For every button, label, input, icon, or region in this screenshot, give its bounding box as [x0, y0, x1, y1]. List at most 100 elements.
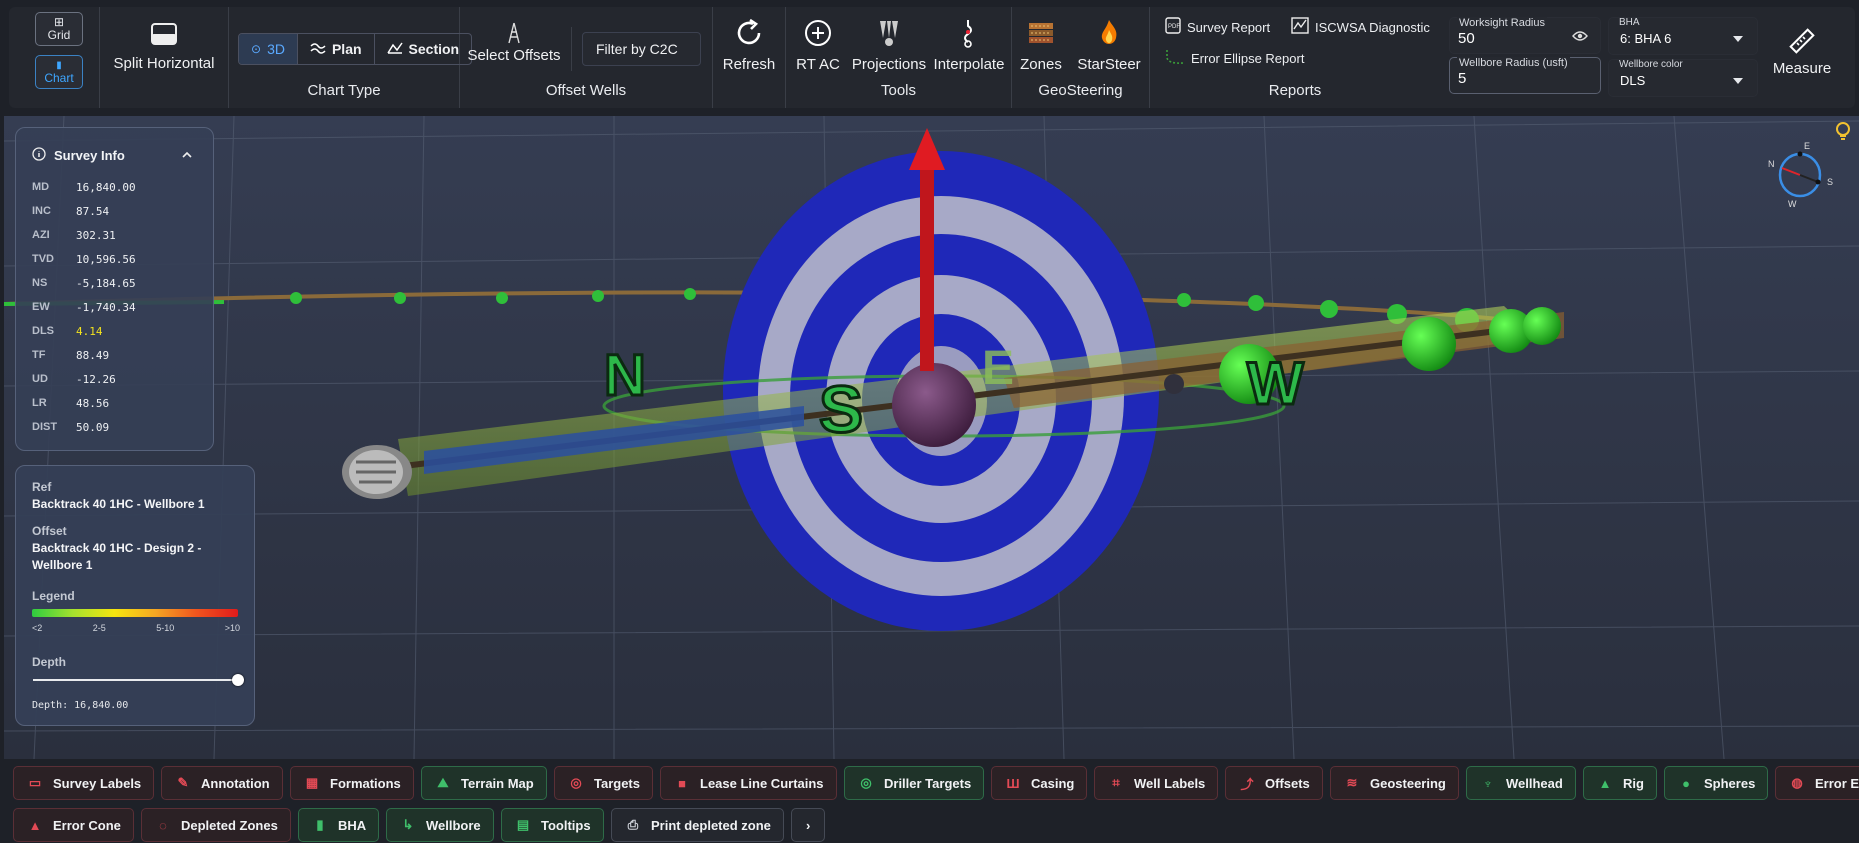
- worksight-radius-field[interactable]: Worksight Radius: [1449, 17, 1601, 54]
- worksight-radius-input[interactable]: [1458, 30, 1578, 47]
- chart-type-3d[interactable]: ⊙ 3D: [239, 34, 298, 64]
- survey-info-row: MD 16,840.00: [32, 181, 202, 205]
- survey-info-key: AZI: [32, 229, 50, 241]
- orientation-compass[interactable]: N E S W: [1752, 135, 1848, 220]
- depth-readout: Depth: 16,840.00: [32, 700, 129, 711]
- pdf-icon: PDF: [1165, 17, 1181, 37]
- survey-info-value: 16,840.00: [76, 181, 136, 194]
- trajectory-icon: [1165, 48, 1185, 69]
- toggle-error-cone[interactable]: ▲ Error Cone: [13, 808, 134, 842]
- select-offsets-button[interactable]: Select Offsets: [460, 19, 568, 64]
- compass-w: W: [1788, 199, 1797, 209]
- derrick-icon: [507, 19, 521, 47]
- survey-info-row: LR 48.56: [32, 397, 202, 421]
- wellbore-color-label: Wellbore color: [1619, 59, 1683, 70]
- legend-tick: >10: [224, 623, 240, 633]
- toolbar: ⊞ Grid ▮ Chart Split Horizontal Chart Ty…: [9, 7, 1855, 108]
- projections-button[interactable]: Projections: [847, 16, 931, 73]
- survey-info-key: LR: [32, 397, 47, 409]
- toggle-terrain-map[interactable]: ⛰ Terrain Map: [421, 766, 547, 800]
- split-horizontal-icon: [151, 17, 177, 51]
- survey-info-key: INC: [32, 205, 51, 217]
- toggle-targets[interactable]: ◎ Targets: [554, 766, 653, 800]
- depleted-zones-icon: ◌: [159, 817, 167, 833]
- chevron-up-icon[interactable]: [181, 148, 193, 160]
- bha-icon: ▮: [316, 817, 324, 832]
- survey-info-key: EW: [32, 301, 50, 313]
- chart-type-plan[interactable]: Plan: [298, 34, 375, 64]
- toggle-formations[interactable]: ▦ Formations: [290, 766, 414, 800]
- error-ellipse-report-link[interactable]: Error Ellipse Report: [1165, 48, 1304, 69]
- cube-icon: ⊙: [251, 42, 262, 56]
- survey-info-value: 4.14: [76, 325, 103, 338]
- direction-s: S: [819, 372, 863, 446]
- toggle-wellbore[interactable]: ↳ Wellbore: [386, 808, 494, 842]
- toggle-offsets[interactable]: ⤴ Offsets: [1225, 766, 1323, 800]
- error-ellipses-icon: ◍: [1791, 775, 1803, 790]
- toggle-driller-targets[interactable]: ◎ Driller Targets: [844, 766, 985, 800]
- ref-value: Backtrack 40 1HC - Wellbore 1: [32, 497, 205, 511]
- toggle-lease-line-curtains[interactable]: ■ Lease Line Curtains: [660, 766, 837, 800]
- geosteering-group: GeoSteering Zones StarSteer: [1012, 7, 1150, 108]
- grid-button[interactable]: ⊞ Grid: [35, 12, 83, 46]
- starsteer-button[interactable]: StarSteer: [1073, 16, 1145, 73]
- toggle-spheres[interactable]: ● Spheres: [1664, 766, 1769, 800]
- toggle-geosteering[interactable]: ≋ Geosteering: [1330, 766, 1459, 800]
- survey-info-row: INC 87.54: [32, 205, 202, 229]
- reference-panel: Ref Backtrack 40 1HC - Wellbore 1 Offset…: [15, 465, 255, 726]
- depth-slider-thumb[interactable]: [232, 674, 244, 686]
- survey-info-row: AZI 302.31: [32, 229, 202, 253]
- 3d-viewport[interactable]: N S E W: [4, 116, 1859, 759]
- refresh-icon: [734, 16, 764, 50]
- wellbore-radius-input[interactable]: [1458, 70, 1578, 87]
- refresh-button[interactable]: Refresh: [713, 16, 785, 73]
- wellbore-color-select[interactable]: Wellbore color DLS: [1608, 59, 1758, 97]
- chip-label: Wellbore: [426, 817, 481, 833]
- toggle-print-depleted-zone[interactable]: ⎙ Print depleted zone: [611, 808, 784, 842]
- rt-ac-button[interactable]: RT AC: [789, 16, 847, 73]
- toggle-well-labels[interactable]: ⌗ Well Labels: [1094, 766, 1219, 800]
- chip-label: Print depleted zone: [651, 817, 771, 833]
- wellbore-radius-field[interactable]: Wellbore Radius (usft): [1449, 57, 1601, 94]
- toggle-survey-labels[interactable]: ▭ Survey Labels: [13, 766, 155, 800]
- chip-label: Rig: [1623, 775, 1644, 791]
- toggle-bha[interactable]: ▮ BHA: [298, 808, 380, 842]
- survey-info-key: TVD: [32, 253, 54, 265]
- casing-icon: Ш: [1006, 775, 1020, 791]
- chevron-down-icon: [1733, 78, 1743, 84]
- split-horizontal-button[interactable]: Split Horizontal: [100, 17, 228, 72]
- tooltips-icon: ▤: [516, 817, 530, 832]
- toggle-tooltips[interactable]: ▤ Tooltips: [501, 808, 604, 842]
- iscwsa-diagnostic-link[interactable]: ISCWSA Diagnostic: [1291, 17, 1430, 37]
- zones-button[interactable]: Zones: [1015, 16, 1067, 73]
- toggle-error-ellipses[interactable]: ◍ Error Ellipses: [1775, 766, 1859, 800]
- offsets-icon: ⤴: [1240, 776, 1254, 792]
- filter-c2c-input[interactable]: [582, 32, 701, 66]
- lightbulb-icon[interactable]: [1833, 120, 1853, 147]
- chip-label: Error Cone: [53, 817, 121, 833]
- toggle-rig[interactable]: ▲ Rig: [1583, 766, 1657, 800]
- chip-label: Terrain Map: [461, 775, 534, 791]
- toggle-casing[interactable]: Ш Casing: [991, 766, 1088, 800]
- bha-select[interactable]: BHA 6: BHA 6: [1608, 17, 1758, 55]
- error-ellipse-report-label: Error Ellipse Report: [1191, 51, 1305, 66]
- toggle-annotation[interactable]: ✎ Annotation: [161, 766, 283, 800]
- chart-type-section[interactable]: Section: [375, 34, 472, 64]
- chevron-right-icon[interactable]: ›: [791, 808, 826, 842]
- survey-info-header: Survey Info: [32, 147, 125, 164]
- interpolate-button[interactable]: Interpolate: [929, 16, 1009, 73]
- toggle-depleted-zones[interactable]: ◌ Depleted Zones: [141, 808, 291, 842]
- eye-icon[interactable]: [1572, 29, 1588, 47]
- survey-report-link[interactable]: PDF Survey Report: [1165, 17, 1270, 37]
- iscwsa-diagnostic-label: ISCWSA Diagnostic: [1315, 19, 1430, 35]
- chip-label: BHA: [338, 817, 367, 833]
- survey-info-value: -12.26: [76, 373, 116, 386]
- compass-n: N: [1768, 159, 1775, 169]
- depth-slider-track[interactable]: [33, 679, 238, 681]
- toggle-wellhead[interactable]: ♆ Wellhead: [1466, 766, 1576, 800]
- drill-bit: [342, 445, 412, 499]
- worksight-radius-label: Worksight Radius: [1457, 17, 1547, 29]
- survey-info-value: 302.31: [76, 229, 116, 242]
- measure-button[interactable]: Measure: [1761, 24, 1843, 77]
- chart-button[interactable]: ▮ Chart: [35, 55, 83, 89]
